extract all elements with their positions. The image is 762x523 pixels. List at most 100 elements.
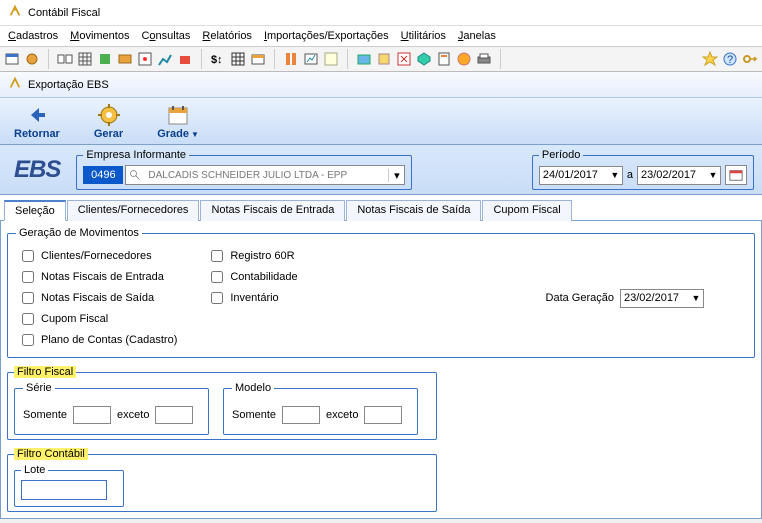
gear-icon [96, 102, 122, 128]
chk-cupom[interactable]: Cupom Fiscal [18, 310, 177, 328]
date-to-input[interactable] [638, 168, 706, 182]
calendar-button[interactable] [725, 165, 747, 185]
empresa-legend: Empresa Informante [83, 149, 189, 161]
geracao-legend: Geração de Movimentos [16, 227, 142, 239]
empresa-code-input[interactable] [83, 166, 123, 184]
somente-label: Somente [23, 409, 67, 421]
toolbar-icon[interactable] [157, 51, 173, 67]
chk-contabilidade[interactable]: Contabilidade [207, 268, 297, 286]
chk-clientes[interactable]: Clientes/Fornecedores [18, 247, 177, 265]
exceto-label: exceto [117, 409, 149, 421]
tab-content: Geração de Movimentos Clientes/Fornecedo… [0, 221, 762, 519]
chevron-down-icon[interactable]: ▾ [388, 169, 404, 182]
help-icon[interactable]: ? [722, 51, 738, 67]
data-geracao-combo[interactable]: ▼ [620, 289, 704, 308]
filtro-contabil-fieldset: Filtro Contábil Lote [7, 448, 437, 512]
exceto-label: exceto [326, 409, 358, 421]
modelo-somente-input[interactable] [282, 406, 320, 424]
toolbar-icon[interactable] [376, 51, 392, 67]
modelo-exceto-input[interactable] [364, 406, 402, 424]
tab-selecao[interactable]: Seleção [4, 200, 66, 221]
tabs: Seleção Clientes/Fornecedores Notas Fisc… [0, 195, 762, 221]
toolbar-icon[interactable] [396, 51, 412, 67]
chk-reg60r[interactable]: Registro 60R [207, 247, 297, 265]
chk-inventario[interactable]: Inventário [207, 289, 297, 307]
chevron-down-icon[interactable]: ▼ [608, 170, 622, 180]
toolbar-icon[interactable] [416, 51, 432, 67]
toolbar-icon[interactable] [323, 51, 339, 67]
periodo-to[interactable]: ▼ [637, 166, 721, 185]
geracao-col1: Clientes/Fornecedores Notas Fiscais de E… [18, 247, 177, 349]
window-icon [8, 76, 22, 93]
grade-button[interactable]: Grade▼ [149, 100, 207, 144]
geracao-col2: Registro 60R Contabilidade Inventário [207, 247, 297, 349]
lote-input[interactable] [21, 480, 107, 500]
toolbar-icon[interactable]: $↕ [210, 51, 226, 67]
toolbar-icon[interactable] [303, 51, 319, 67]
window-title-text: Exportação EBS [28, 79, 109, 91]
date-from-input[interactable] [540, 168, 608, 182]
toolbar-icon[interactable] [4, 51, 20, 67]
somente-label: Somente [232, 409, 276, 421]
periodo-legend: Período [539, 149, 584, 161]
titlebar: Contábil Fiscal [0, 0, 762, 26]
toolbar-icon[interactable] [97, 51, 113, 67]
lote-fieldset: Lote [14, 464, 124, 507]
periodo-from[interactable]: ▼ [539, 166, 623, 185]
key-icon[interactable] [742, 51, 758, 67]
app-title: Contábil Fiscal [28, 7, 100, 19]
chevron-down-icon[interactable]: ▼ [689, 293, 703, 303]
tab-clientes[interactable]: Clientes/Fornecedores [67, 200, 200, 221]
chk-nf-entrada[interactable]: Notas Fiscais de Entrada [18, 268, 177, 286]
toolbar-icon[interactable] [230, 51, 246, 67]
toolbar-icon[interactable] [137, 51, 153, 67]
menu-janelas[interactable]: Janelas [458, 30, 496, 42]
svg-text:?: ? [727, 54, 733, 66]
tab-nf-entrada[interactable]: Notas Fiscais de Entrada [200, 200, 345, 221]
filtro-fiscal-fieldset: Filtro Fiscal Série Somente exceto Model… [7, 366, 437, 440]
star-icon[interactable] [702, 51, 718, 67]
child-window-titlebar: Exportação EBS [0, 72, 762, 98]
toolbar-icon[interactable] [456, 51, 472, 67]
main-toolbar: $↕ ? [0, 47, 762, 72]
tab-nf-saida[interactable]: Notas Fiscais de Saída [346, 200, 481, 221]
retornar-button[interactable]: Retornar [6, 100, 68, 144]
serie-exceto-input[interactable] [155, 406, 193, 424]
menubar: Cadastros Movimentos Consultas Relatório… [0, 26, 762, 47]
toolbar-icon[interactable] [177, 51, 193, 67]
ribbon: Retornar Gerar Grade▼ [0, 98, 762, 145]
svg-text:↕: ↕ [217, 54, 223, 66]
tab-cupom[interactable]: Cupom Fiscal [482, 200, 571, 221]
toolbar-icon[interactable] [117, 51, 133, 67]
logo: EBS [8, 156, 66, 184]
empresa-combo[interactable]: DALCADIS SCHNEIDER JULIO LTDA - EPP ▾ [125, 165, 405, 185]
header-strip: EBS Empresa Informante DALCADIS SCHNEIDE… [0, 145, 762, 195]
serie-legend: Série [23, 382, 55, 394]
chk-plano-contas[interactable]: Plano de Contas (Cadastro) [18, 331, 177, 349]
menu-consultas[interactable]: Consultas [141, 30, 190, 42]
toolbar-icon[interactable] [77, 51, 93, 67]
menu-utilitarios[interactable]: Utilitários [401, 30, 446, 42]
menu-relatorios[interactable]: Relatórios [202, 30, 252, 42]
periodo-fieldset: Período ▼ a ▼ [532, 149, 754, 190]
menu-movimentos[interactable]: Movimentos [70, 30, 129, 42]
toolbar-icon[interactable] [283, 51, 299, 67]
toolbar-icon[interactable] [356, 51, 372, 67]
lote-legend: Lote [21, 464, 48, 476]
toolbar-icon[interactable] [24, 51, 40, 67]
chk-nf-saida[interactable]: Notas Fiscais de Saída [18, 289, 177, 307]
toolbar-icon[interactable] [436, 51, 452, 67]
serie-fieldset: Série Somente exceto [14, 382, 209, 435]
empresa-fieldset: Empresa Informante DALCADIS SCHNEIDER JU… [76, 149, 412, 190]
empresa-name: DALCADIS SCHNEIDER JULIO LTDA - EPP [144, 170, 388, 181]
menu-cadastros[interactable]: Cadastros [8, 30, 58, 42]
geracao-fieldset: Geração de Movimentos Clientes/Fornecedo… [7, 227, 755, 358]
toolbar-icon[interactable] [57, 51, 73, 67]
serie-somente-input[interactable] [73, 406, 111, 424]
data-geracao-input[interactable] [621, 291, 689, 305]
gerar-button[interactable]: Gerar [86, 100, 131, 144]
toolbar-icon[interactable] [476, 51, 492, 67]
chevron-down-icon[interactable]: ▼ [706, 170, 720, 180]
menu-import-export[interactable]: Importações/Exportações [264, 30, 389, 42]
toolbar-icon[interactable] [250, 51, 266, 67]
